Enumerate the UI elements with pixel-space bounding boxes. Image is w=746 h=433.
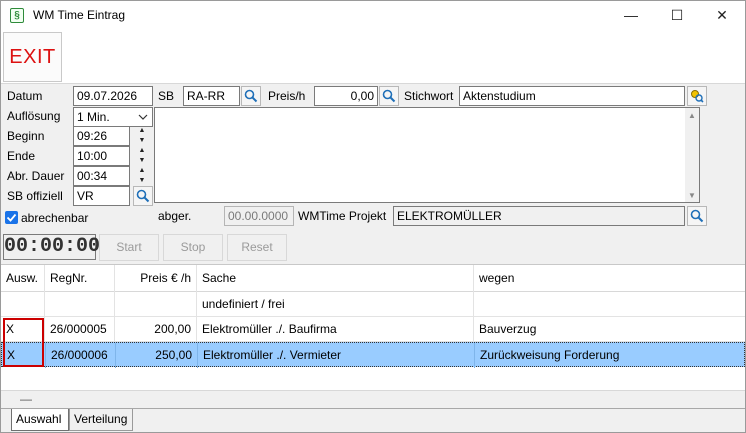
cell-sache: Elektromüller ./. Vermieter bbox=[198, 343, 475, 368]
minimize-button[interactable]: — bbox=[608, 1, 654, 30]
timer-display: 00:00:00 bbox=[3, 234, 101, 260]
spin-down-icon[interactable]: ▼ bbox=[139, 137, 146, 145]
cell-wegen: Bauverzug bbox=[479, 322, 537, 336]
memo-scrollbar[interactable]: ▲ ▼ bbox=[685, 108, 699, 202]
abrechenbar-checkbox[interactable] bbox=[5, 211, 18, 224]
abr-dauer-field[interactable]: 00:34 bbox=[73, 166, 130, 186]
exit-button[interactable]: EXIT bbox=[3, 32, 62, 82]
sb-search-button[interactable] bbox=[241, 86, 261, 106]
abr-dauer-spinner[interactable]: ▲ ▼ bbox=[135, 166, 149, 186]
table-row[interactable]: undefiniert / frei bbox=[1, 292, 745, 317]
tab-verteilung[interactable]: Verteilung bbox=[69, 409, 133, 431]
footer-grip[interactable]: — bbox=[20, 392, 32, 406]
spin-down-icon[interactable]: ▼ bbox=[139, 157, 146, 165]
search-icon bbox=[244, 89, 258, 103]
cell-preis bbox=[115, 292, 197, 317]
abrechenbar-label[interactable]: abrechenbar bbox=[21, 211, 88, 225]
tab-bar: Auswahl Verteilung bbox=[1, 408, 745, 432]
preis-label: Preis/h bbox=[268, 89, 306, 103]
table-row[interactable]: X 26/000005 200,00 Elektromüller ./. Bau… bbox=[1, 317, 745, 342]
datum-label: Datum bbox=[7, 89, 43, 103]
selection-marker bbox=[3, 318, 44, 367]
cell-sache: Elektromüller ./. Baufirma bbox=[197, 317, 474, 342]
abr-dauer-label: Abr. Dauer bbox=[7, 169, 65, 183]
cell-ausw[interactable] bbox=[1, 292, 45, 317]
sb-label: SB bbox=[158, 89, 175, 103]
ende-label: Ende bbox=[7, 149, 36, 163]
cell-wegen: Zurückweisung Forderung bbox=[480, 348, 620, 362]
cell-sache: undefiniert / frei bbox=[197, 292, 474, 317]
preis-search-button[interactable] bbox=[379, 86, 399, 106]
scroll-up-icon[interactable]: ▲ bbox=[688, 111, 696, 120]
chevron-down-icon bbox=[138, 114, 148, 120]
table-footer: — bbox=[1, 390, 745, 408]
projekt-label: WMTime Projekt bbox=[298, 209, 387, 223]
cell-preis: 250,00 bbox=[116, 343, 198, 368]
window-title: WM Time Eintrag bbox=[33, 8, 126, 22]
app-icon: § bbox=[10, 8, 24, 23]
cell-regnr: 26/000005 bbox=[45, 317, 115, 342]
preis-field[interactable]: 0,00 bbox=[314, 86, 378, 106]
sb-offiziell-search-button[interactable] bbox=[133, 186, 153, 206]
start-button[interactable]: Start bbox=[99, 234, 159, 261]
table-header-row: Ausw. RegNr. Preis € /h Sache wegen bbox=[1, 265, 745, 292]
column-header-regnr[interactable]: RegNr. bbox=[45, 265, 115, 292]
search-icon bbox=[382, 89, 396, 103]
toolbar bbox=[1, 30, 745, 84]
datum-field[interactable]: 09.07.2026 bbox=[73, 86, 153, 106]
column-header-wegen[interactable]: wegen bbox=[474, 265, 745, 292]
abger-field: 00.00.0000 bbox=[224, 206, 294, 226]
column-header-ausw[interactable]: Ausw. bbox=[1, 265, 45, 292]
cell-preis: 200,00 bbox=[115, 317, 197, 342]
spin-up-icon[interactable]: ▲ bbox=[139, 127, 146, 135]
projekt-search-button[interactable] bbox=[687, 206, 707, 226]
beginn-spinner[interactable]: ▲ ▼ bbox=[135, 126, 149, 146]
sb-offiziell-field[interactable]: VR bbox=[73, 186, 130, 206]
sb-offiziell-label: SB offiziell bbox=[7, 189, 63, 203]
stichwort-field[interactable]: Aktenstudium bbox=[459, 86, 685, 106]
beginn-label: Beginn bbox=[7, 129, 45, 143]
case-table[interactable]: Ausw. RegNr. Preis € /h Sache wegen unde… bbox=[1, 264, 745, 410]
stop-button[interactable]: Stop bbox=[163, 234, 223, 261]
checkmark-icon bbox=[6, 213, 17, 222]
memo-textarea[interactable] bbox=[154, 107, 700, 203]
sb-field[interactable]: RA-RR bbox=[183, 86, 240, 106]
tab-auswahl[interactable]: Auswahl bbox=[11, 409, 69, 431]
key-search-icon bbox=[691, 90, 704, 103]
close-button[interactable]: ✕ bbox=[699, 1, 745, 30]
search-icon bbox=[690, 209, 704, 223]
column-header-sache[interactable]: Sache bbox=[197, 265, 474, 292]
scroll-down-icon[interactable]: ▼ bbox=[688, 191, 696, 200]
stichwort-lookup-button[interactable] bbox=[687, 86, 707, 106]
ende-spinner[interactable]: ▲ ▼ bbox=[135, 146, 149, 166]
abger-label: abger. bbox=[158, 209, 192, 223]
spin-down-icon[interactable]: ▼ bbox=[139, 177, 146, 185]
projekt-field[interactable]: ELEKTROMÜLLER bbox=[393, 206, 685, 226]
beginn-field[interactable]: 09:26 bbox=[73, 126, 130, 146]
maximize-button[interactable]: ☐ bbox=[654, 1, 700, 30]
search-icon bbox=[136, 189, 150, 203]
cell-regnr: 26/000006 bbox=[46, 343, 116, 368]
column-header-preis[interactable]: Preis € /h bbox=[115, 265, 197, 292]
aufloesung-label: Auflösung bbox=[7, 109, 61, 123]
stichwort-label: Stichwort bbox=[404, 89, 454, 103]
reset-button[interactable]: Reset bbox=[227, 234, 287, 261]
aufloesung-value: 1 Min. bbox=[77, 110, 110, 124]
spin-up-icon[interactable]: ▲ bbox=[139, 147, 146, 155]
table-row-selected[interactable]: X 26/000006 250,00 Elektromüller ./. Ver… bbox=[1, 342, 745, 368]
cell-regnr bbox=[45, 292, 115, 317]
aufloesung-select[interactable]: 1 Min. bbox=[73, 107, 153, 127]
ende-field[interactable]: 10:00 bbox=[73, 146, 130, 166]
spin-up-icon[interactable]: ▲ bbox=[139, 167, 146, 175]
cell-wegen bbox=[474, 292, 745, 317]
